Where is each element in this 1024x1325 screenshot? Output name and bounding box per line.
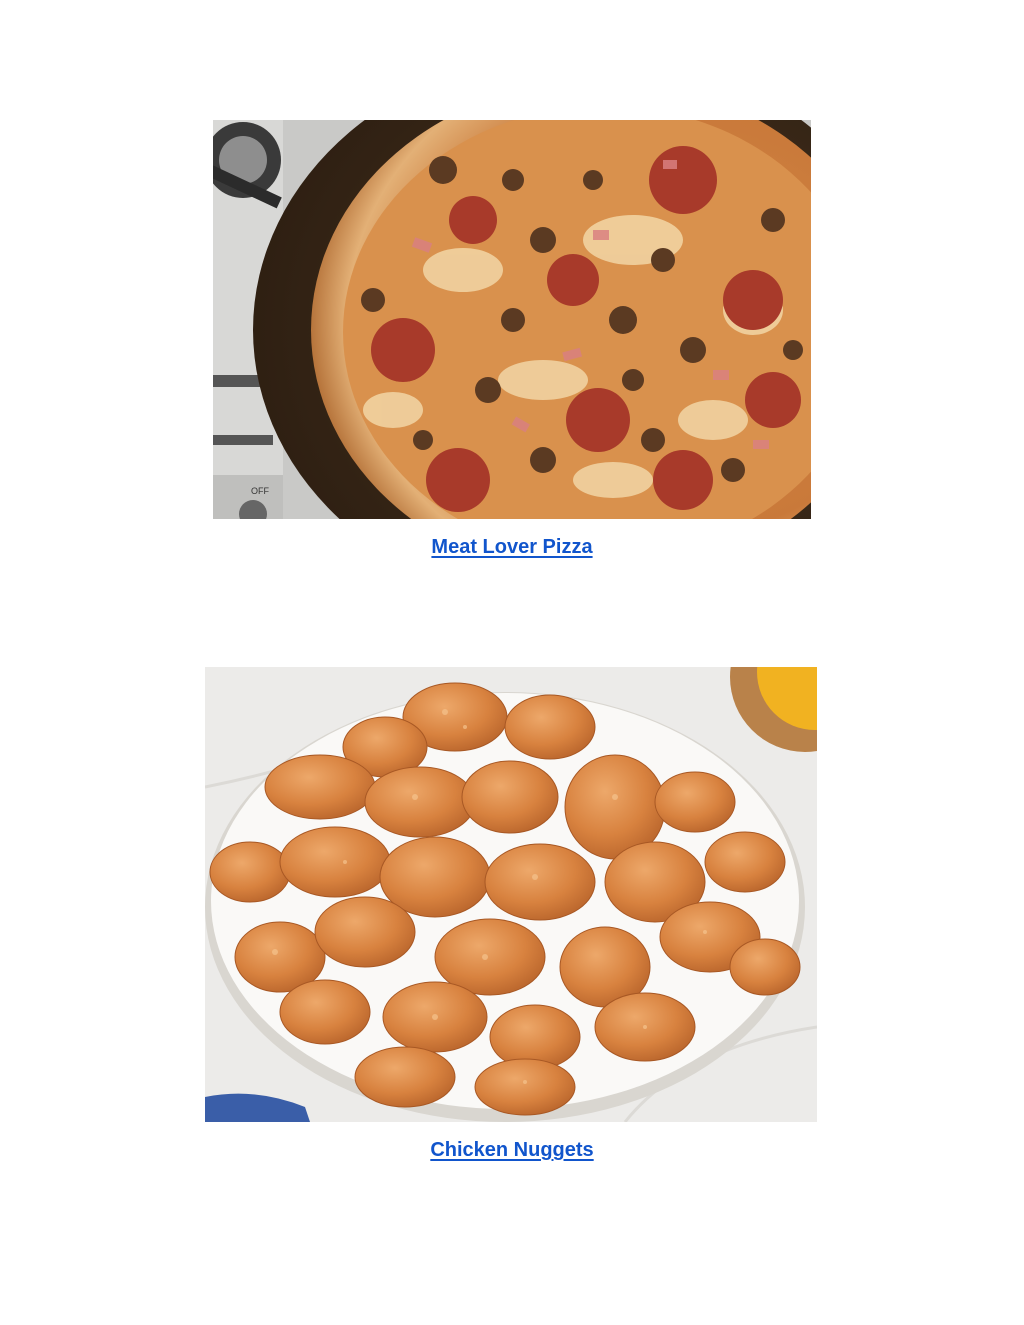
chicken-nuggets-photo bbox=[205, 667, 817, 1122]
svg-text:OFF: OFF bbox=[251, 486, 269, 496]
meat-lover-pizza-link[interactable]: Meat Lover Pizza bbox=[0, 536, 1024, 559]
chicken-nuggets-link[interactable]: Chicken Nuggets bbox=[0, 1139, 1024, 1162]
meat-lover-pizza-photo: OFF bbox=[213, 120, 811, 519]
